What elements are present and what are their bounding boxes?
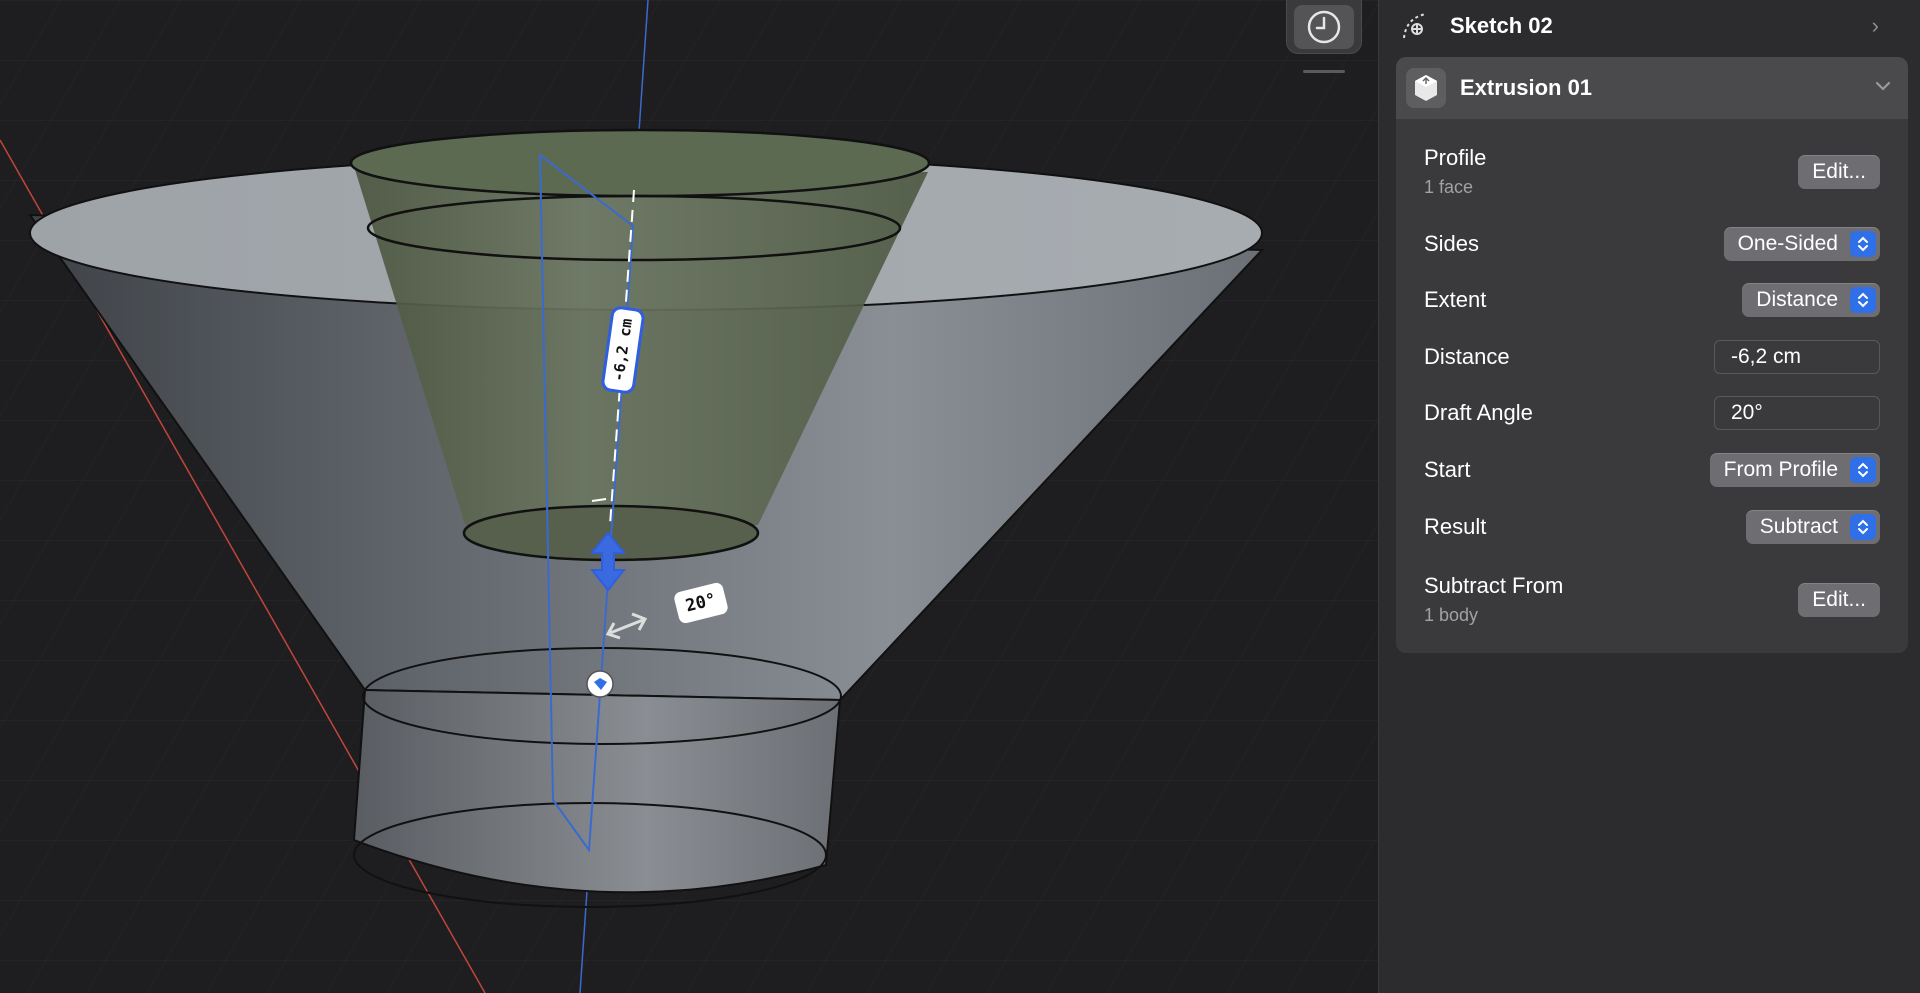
sides-label: Sides xyxy=(1424,231,1480,256)
history-button[interactable] xyxy=(1286,0,1362,54)
distance-input[interactable]: -6,2 cm xyxy=(1714,340,1880,374)
chevron-right-icon: › xyxy=(1871,13,1879,38)
feature-panel: Sketch 02 › Extrusion 01 Profile 1 face xyxy=(1378,0,1920,993)
extrusion-top-edge xyxy=(349,128,931,198)
profile-label: Profile xyxy=(1424,145,1487,170)
start-row: Start From Profile xyxy=(1424,453,1880,487)
subtract-from-edit-button[interactable]: Edit... xyxy=(1798,582,1880,617)
tree-item-label: Extrusion 01 xyxy=(1460,75,1593,100)
sides-row: Sides One-Sided xyxy=(1424,227,1880,261)
profile-edit-button[interactable]: Edit... xyxy=(1798,154,1880,189)
clock-icon xyxy=(1307,10,1341,43)
neck-cylinder xyxy=(352,688,842,894)
extent-row: Extent Distance xyxy=(1424,283,1880,317)
tree-item-extrusion[interactable]: Extrusion 01 xyxy=(1396,57,1908,119)
profile-count: 1 face xyxy=(1424,177,1474,197)
sides-value: One-Sided xyxy=(1737,232,1838,255)
distance-row: Distance -6,2 cm xyxy=(1424,340,1880,374)
result-value: Subtract xyxy=(1759,515,1838,538)
chevron-down-icon[interactable] xyxy=(1872,75,1894,97)
distance-label: Distance xyxy=(1424,344,1510,369)
subtract-from-row: Subtract From 1 body Edit... xyxy=(1424,573,1880,626)
extent-value: Distance xyxy=(1756,288,1838,311)
select-arrows-icon xyxy=(1850,287,1876,313)
subtract-from-count: 1 body xyxy=(1424,605,1479,625)
select-arrows-icon xyxy=(1850,457,1876,483)
select-arrows-icon xyxy=(1850,514,1876,540)
tree-item-sketch[interactable]: Sketch 02 › xyxy=(1396,4,1889,48)
profile-row: Profile 1 face Edit... xyxy=(1424,145,1880,198)
select-arrows-icon xyxy=(1850,231,1876,257)
draft-angle-row: Draft Angle 20° xyxy=(1424,396,1880,430)
draft-angle-input[interactable]: 20° xyxy=(1714,396,1880,430)
start-select[interactable]: From Profile xyxy=(1709,453,1880,487)
extent-select[interactable]: Distance xyxy=(1742,283,1880,317)
start-label: Start xyxy=(1424,457,1471,482)
tree-item-label: Sketch 02 xyxy=(1450,13,1553,38)
3d-viewport[interactable]: -6,2 cm 20° xyxy=(0,0,1378,993)
sides-select[interactable]: One-Sided xyxy=(1723,227,1880,261)
sketch-icon xyxy=(1396,6,1436,46)
extrusion-icon xyxy=(1406,68,1446,108)
extrusion-card: Extrusion 01 Profile 1 face Edit... Side… xyxy=(1396,57,1908,653)
start-value: From Profile xyxy=(1723,458,1838,481)
extent-label: Extent xyxy=(1424,287,1487,312)
draft-angle-label-text: Draft Angle xyxy=(1424,400,1533,425)
result-select[interactable]: Subtract xyxy=(1745,510,1880,544)
result-row: Result Subtract xyxy=(1424,510,1880,544)
subtract-from-label: Subtract From xyxy=(1424,573,1564,598)
scene-canvas[interactable] xyxy=(0,0,1378,993)
result-label: Result xyxy=(1424,514,1487,539)
drawer-grabber[interactable] xyxy=(1303,70,1345,73)
